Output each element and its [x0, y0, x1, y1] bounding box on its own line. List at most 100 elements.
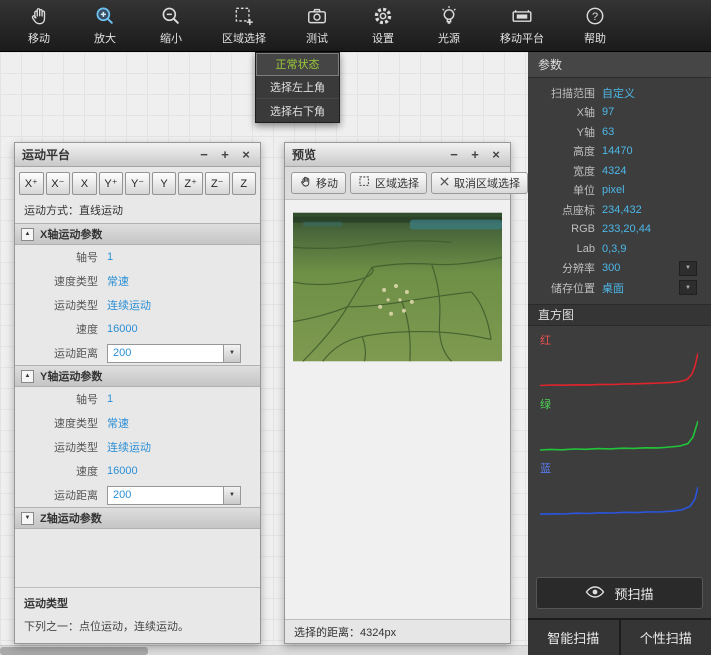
preview-cancel-region-button[interactable]: 取消区域选择 — [431, 172, 528, 194]
menu-item-select-bottom-right[interactable]: 选择右下角 — [256, 99, 339, 122]
bulb-icon — [438, 5, 460, 27]
axis-button-z[interactable]: Z — [232, 172, 257, 195]
param-row: 速度 16000 — [15, 459, 260, 483]
param-value: 16000 — [107, 323, 138, 335]
motion-platform-panel: 运动平台 − + × X⁺ X⁻ X Y⁺ Y⁻ Y Z⁺ Z⁻ Z 运动方式：… — [14, 142, 261, 644]
param-row: 速度类型 常速 — [15, 411, 260, 435]
section-header-z-axis[interactable]: ▼ Z轴运动参数 — [15, 507, 260, 529]
section-header-x-axis[interactable]: ▲ X轴运动参数 — [15, 223, 260, 245]
param-row: 轴号 1 — [15, 245, 260, 269]
custom-scan-button[interactable]: 个性扫描 — [621, 620, 711, 655]
toolbar-label: 移动 — [28, 30, 50, 46]
prescan-button[interactable]: 预扫描 — [536, 577, 703, 609]
smart-scan-button[interactable]: 智能扫描 — [528, 620, 619, 655]
param-label: 单位 — [528, 182, 602, 198]
channel-label: 红 — [540, 332, 699, 348]
toolbar-item-motion-platform[interactable]: 移动平台 — [482, 0, 562, 51]
minimize-button[interactable]: − — [447, 148, 461, 162]
horizontal-scrollbar-thumb[interactable] — [0, 647, 148, 655]
button-label: 移动 — [316, 175, 338, 191]
param-row: 运动类型 连续运动 — [15, 293, 260, 317]
menu-item-select-top-left[interactable]: 选择左上角 — [256, 76, 339, 99]
param-row: 点座标 234,432 — [528, 200, 711, 220]
axis-button-x-minus[interactable]: X⁻ — [46, 172, 71, 195]
hand-icon — [299, 175, 312, 191]
toolbar-item-settings[interactable]: 设置 — [350, 0, 416, 51]
scan-range-link[interactable]: 自定义 — [602, 85, 635, 101]
param-row: Lab 0,3,9 — [528, 239, 711, 259]
axis-button-y-minus[interactable]: Y⁻ — [125, 172, 150, 195]
param-label: X轴 — [528, 104, 602, 120]
toolbar-item-light-source[interactable]: 光源 — [416, 0, 482, 51]
axis-button-y[interactable]: Y — [152, 172, 177, 195]
close-button[interactable]: × — [489, 148, 503, 162]
resolution-dropdown[interactable]: ▼ — [679, 261, 697, 276]
chevron-down-icon: ▼ — [685, 265, 691, 271]
axis-button-y-plus[interactable]: Y⁺ — [99, 172, 124, 195]
toolbar-label: 光源 — [438, 30, 460, 46]
save-location-dropdown[interactable]: ▼ — [679, 280, 697, 295]
toolbar-item-region-select[interactable]: 区域选择 — [204, 0, 284, 51]
axis-button-x[interactable]: X — [72, 172, 97, 195]
motion-panel-footer: 运动类型 下列之一：点位运动，连续运动。 — [15, 587, 260, 643]
toolbar-label: 测试 — [306, 30, 328, 46]
expand-icon[interactable]: ▼ — [21, 512, 34, 525]
param-label: 高度 — [528, 143, 602, 159]
collapse-icon[interactable]: ▲ — [21, 228, 34, 241]
param-row: 速度类型 常速 — [15, 269, 260, 293]
param-row: 储存位置 桌面 ▼ — [528, 278, 711, 298]
collapse-icon[interactable]: ▲ — [21, 370, 34, 383]
param-label: 轴号 — [15, 249, 107, 265]
panel-title: 运动平台 — [22, 146, 70, 163]
axis-button-z-minus[interactable]: Z⁻ — [205, 172, 230, 195]
horizontal-scrollbar — [0, 645, 528, 655]
toolbar-label: 区域选择 — [222, 30, 266, 46]
param-label: 运动类型 — [15, 439, 107, 455]
minimize-button[interactable]: − — [197, 148, 211, 162]
maximize-button[interactable]: + — [468, 148, 482, 162]
speed-type-link[interactable]: 常速 — [107, 273, 129, 289]
param-label: 速度 — [15, 321, 107, 337]
motion-type-link[interactable]: 连续运动 — [107, 439, 151, 455]
distance-dropdown[interactable]: 200 ▼ — [107, 344, 241, 363]
preview-image[interactable] — [293, 212, 502, 362]
toolbar-item-test[interactable]: 测试 — [284, 0, 350, 51]
speed-type-link[interactable]: 常速 — [107, 415, 129, 431]
param-value: 0,3,9 — [602, 243, 626, 255]
param-label: 速度类型 — [15, 415, 107, 431]
param-value: 桌面 — [602, 280, 624, 296]
param-label: 储存位置 — [528, 280, 602, 296]
section-header-y-axis[interactable]: ▲ Y轴运动参数 — [15, 365, 260, 387]
toolbar-item-zoom-in[interactable]: 放大 — [72, 0, 138, 51]
param-row: Y轴 63 — [528, 122, 711, 142]
preview-region-select-button[interactable]: 区域选择 — [350, 172, 427, 194]
axis-button-z-plus[interactable]: Z⁺ — [178, 172, 203, 195]
histogram-header: 直方图 — [528, 304, 711, 326]
menu-item-normal-state[interactable]: 正常状态 — [256, 53, 339, 76]
toolbar-item-move[interactable]: 移动 — [6, 0, 72, 51]
axis-button-x-plus[interactable]: X⁺ — [19, 172, 44, 195]
motion-panel-titlebar[interactable]: 运动平台 − + × — [15, 143, 260, 167]
param-value: pixel — [602, 184, 625, 196]
param-label: 宽度 — [528, 163, 602, 179]
toolbar-item-help[interactable]: ? 帮助 — [562, 0, 628, 51]
histogram-channel-blue: 蓝 — [528, 454, 711, 518]
button-label: 预扫描 — [614, 584, 653, 603]
maximize-button[interactable]: + — [218, 148, 232, 162]
motion-type-link[interactable]: 连续运动 — [107, 297, 151, 313]
param-row: 单位 pixel — [528, 181, 711, 201]
chevron-down-icon[interactable]: ▼ — [223, 345, 240, 362]
toolbar-item-zoom-out[interactable]: 缩小 — [138, 0, 204, 51]
close-button[interactable]: × — [239, 148, 253, 162]
axis-jog-buttons: X⁺ X⁻ X Y⁺ Y⁻ Y Z⁺ Z⁻ Z — [15, 167, 260, 199]
param-label: 运动距离 — [15, 345, 107, 361]
param-label: 扫描范围 — [528, 85, 602, 101]
chevron-down-icon[interactable]: ▼ — [223, 487, 240, 504]
main-toolbar: 移动 放大 缩小 — [0, 0, 711, 52]
gear-icon — [372, 5, 394, 27]
button-label: 区域选择 — [375, 175, 419, 191]
parameters-rows: 扫描范围 自定义 X轴 97 Y轴 63 高度 14470 宽度 4324 单位… — [528, 78, 711, 298]
distance-dropdown[interactable]: 200 ▼ — [107, 486, 241, 505]
preview-panel-titlebar[interactable]: 预览 − + × — [285, 143, 510, 167]
preview-move-button[interactable]: 移动 — [291, 172, 346, 194]
